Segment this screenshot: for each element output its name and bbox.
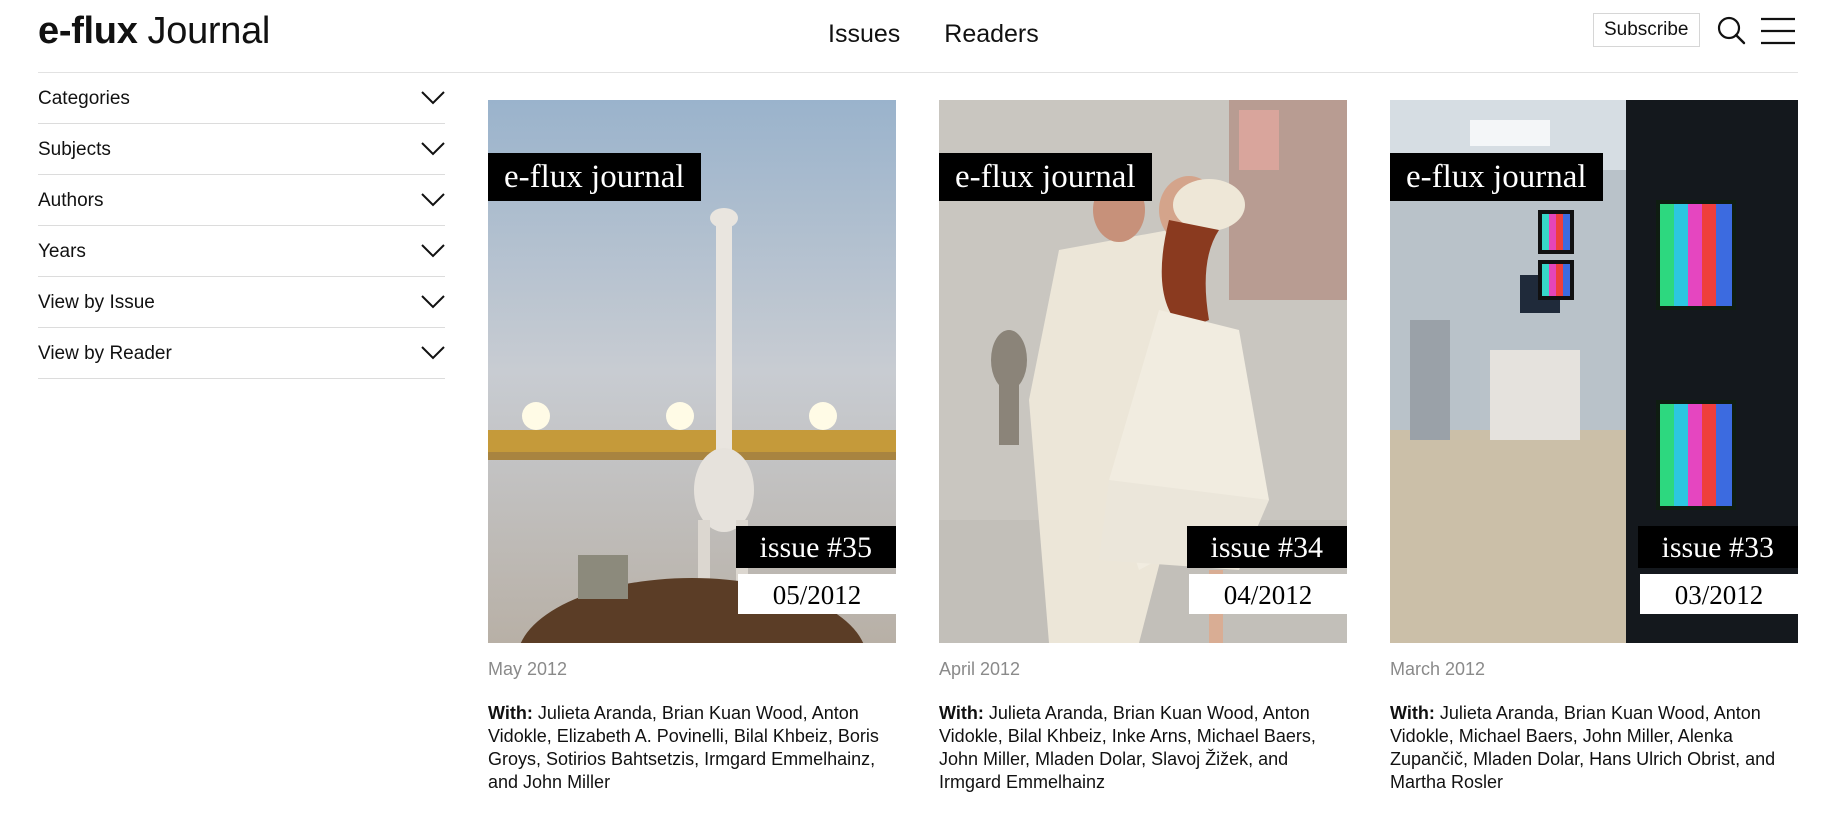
filter-view-by-issue[interactable]: View by Issue [38,277,445,328]
chevron-down-icon [421,142,445,156]
cover-brand-label: e-flux journal [939,153,1152,201]
issue-month: March 2012 [1390,659,1486,679]
contributors-list: Julieta Aranda, Brian Kuan Wood, Anton V… [488,703,879,792]
with-label: With: [488,703,533,723]
site-header: e-flux Journal Issues Readers Subscribe [38,0,1798,73]
cover-issue-number: issue #35 [735,526,896,568]
chevron-down-icon [421,295,445,309]
with-label: With: [1390,703,1435,723]
subscribe-button[interactable]: Subscribe [1593,13,1700,47]
issue-card: e-flux journal issue #33 03/2012 March 2… [1390,100,1798,794]
issue-card: e-flux journal issue #35 05/2012 May 201… [488,100,896,794]
logo-subtitle: Journal [147,10,271,52]
cover-brand-label: e-flux journal [488,153,701,201]
with-label: With: [939,703,984,723]
cover-brand-label: e-flux journal [1390,153,1603,201]
nav-readers-link[interactable]: Readers [944,18,1039,50]
chevron-down-icon [421,244,445,258]
hamburger-menu-icon[interactable] [1760,15,1796,47]
filter-label: Subjects [38,139,111,160]
filter-label: Authors [38,190,104,211]
main-nav: Issues Readers [828,18,1039,50]
issue-cover[interactable]: e-flux journal issue #35 05/2012 [488,100,896,643]
cover-issue-date: 03/2012 [1640,574,1798,614]
page: e-flux Journal Issues Readers Subscribe C… [0,0,1825,820]
filter-sidebar: Categories Subjects Authors Years View b… [38,73,445,379]
cover-issue-date: 05/2012 [738,574,896,614]
issue-contributors: With: Julieta Aranda, Brian Kuan Wood, A… [1390,702,1798,794]
chevron-down-icon [421,193,445,207]
logo-brand: e-flux [38,10,138,52]
filter-authors[interactable]: Authors [38,175,445,226]
contributors-list: Julieta Aranda, Brian Kuan Wood, Anton V… [939,703,1316,792]
nav-issues-link[interactable]: Issues [828,18,900,50]
filter-label: View by Issue [38,292,155,313]
issue-month: May 2012 [488,659,568,679]
filter-label: Years [38,241,86,262]
issue-cover[interactable]: e-flux journal issue #33 03/2012 [1390,100,1798,643]
cover-issue-number: issue #33 [1637,526,1798,568]
filter-subjects[interactable]: Subjects [38,124,445,175]
issue-month: April 2012 [939,659,1021,679]
filter-label: View by Reader [38,343,172,364]
filter-view-by-reader[interactable]: View by Reader [38,328,445,379]
site-logo[interactable]: e-flux Journal [38,10,270,52]
cover-issue-number: issue #34 [1186,526,1347,568]
issue-cover[interactable]: e-flux journal issue #34 04/2012 [939,100,1347,643]
filter-label: Categories [38,88,130,109]
chevron-down-icon [421,346,445,360]
issue-contributors: With: Julieta Aranda, Brian Kuan Wood, A… [939,702,1347,794]
issue-card: e-flux journal issue #34 04/2012 April 2… [939,100,1347,794]
filter-years[interactable]: Years [38,226,445,277]
search-icon[interactable] [1713,15,1749,47]
issue-contributors: With: Julieta Aranda, Brian Kuan Wood, A… [488,702,896,794]
chevron-down-icon [421,91,445,105]
contributors-list: Julieta Aranda, Brian Kuan Wood, Anton V… [1390,703,1776,792]
cover-issue-date: 04/2012 [1189,574,1347,614]
filter-categories[interactable]: Categories [38,73,445,124]
